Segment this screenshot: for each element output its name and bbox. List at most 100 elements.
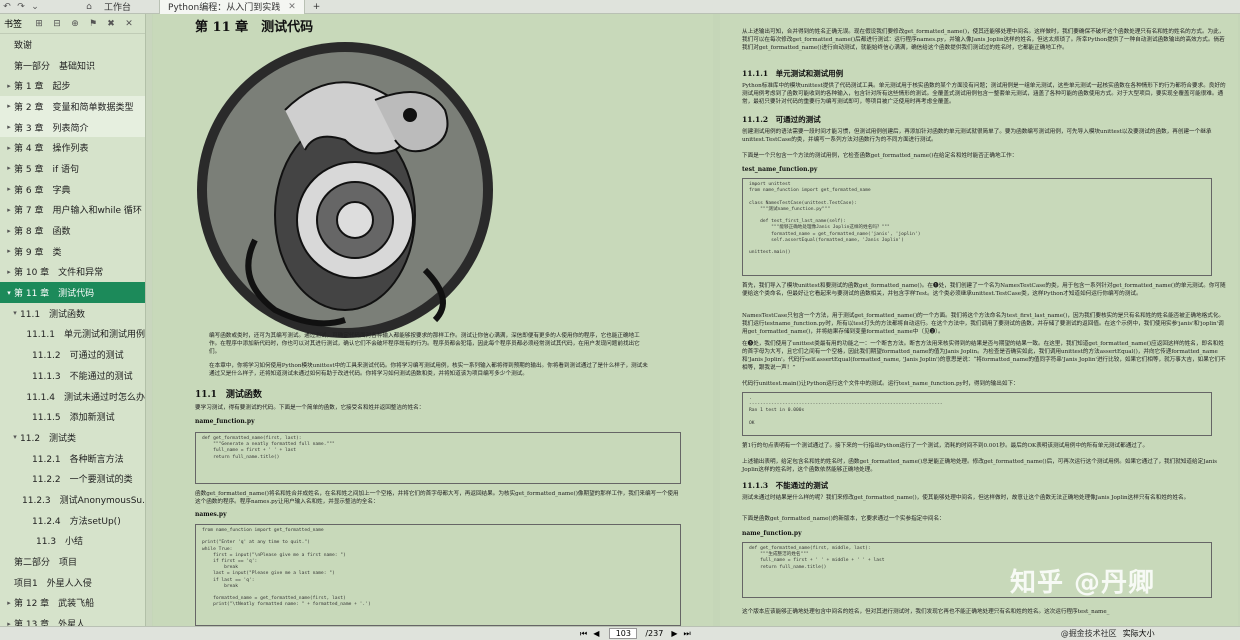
- paragraph-11-1-1: Python标准库中的模块unittest提供了代码测试工具。单元测试用于核实函…: [742, 83, 1226, 105]
- home-icon[interactable]: ⌂: [82, 1, 96, 13]
- sidebar-item[interactable]: ▸ 第 3 章 列表简介: [0, 116, 145, 138]
- sidebar-item[interactable]: 11.1.4 测试未通过时怎么办: [0, 386, 145, 407]
- paragraph-explain-2: NamesTestCase只包含一个方法，用于测试get_formatted_n…: [742, 313, 1225, 335]
- pdf-page-right: 从上述输出可知，合并得到的姓名正确无误。现在假设我们要修改get_formatt…: [720, 14, 1238, 626]
- next-page-icon[interactable]: ▶: [671, 629, 677, 638]
- tab-close-icon[interactable]: ✕: [288, 2, 296, 12]
- dropdown-icon[interactable]: ⌄: [28, 1, 42, 13]
- pdf-page-left: 第 11 章 测试代码 编写函数或类时，还可为其编写测试。通过测试，可确定代码面…: [153, 14, 713, 626]
- output-block-1: . --------------------------------------…: [742, 392, 1212, 436]
- bookmark-add-icon[interactable]: ⊕: [68, 19, 82, 29]
- close-sidebar-icon[interactable]: ✕: [122, 19, 136, 29]
- expand-arrow-icon[interactable]: ▾: [10, 433, 20, 441]
- chapter-intro-paragraph-2: 在本章中，你将学习如何使用Python模块unittest中的工具来测试代码。你…: [209, 363, 648, 377]
- chapter-illustration: [197, 42, 493, 338]
- expand-arrow-icon[interactable]: ▸: [4, 247, 14, 255]
- sidebar-item-label: 第 2 章 变量和简单数据类型: [14, 102, 134, 113]
- expand-arrow-icon[interactable]: ▸: [4, 206, 14, 214]
- sidebar-item[interactable]: 11.3 小结: [0, 531, 145, 552]
- redo-icon[interactable]: ↷: [14, 1, 28, 13]
- sidebar-item[interactable]: ▸ 第 1 章 起步: [0, 75, 145, 96]
- paragraph-11-1-3: 测试未通过时结果是什么样的呢？我们来修改get_formatted_name()…: [742, 495, 1190, 501]
- watermark-juejin: @掘金技术社区: [1060, 629, 1117, 638]
- sidebar-item[interactable]: ▸ 第 6 章 字典: [0, 179, 145, 200]
- expand-arrow-icon[interactable]: ▸: [4, 123, 14, 131]
- sidebar-item[interactable]: ▸ 第 8 章 函数: [0, 220, 145, 241]
- new-tab-button[interactable]: +: [305, 0, 329, 14]
- expand-arrow-icon[interactable]: ▸: [4, 185, 14, 193]
- paragraph-11-1-2a: 创建测试用例的语法需要一段时间才能习惯，但测试用例创建后，再添加针对函数的单元测…: [742, 129, 1212, 143]
- tab-workspace[interactable]: 工作台: [96, 0, 139, 14]
- expand-arrow-icon[interactable]: ▾: [4, 289, 14, 297]
- expand-arrow-icon[interactable]: ▸: [4, 227, 14, 235]
- bookmark-icon[interactable]: ⚑: [86, 19, 100, 29]
- sidebar-item-label: 致谢: [14, 40, 33, 51]
- sidebar-item[interactable]: ▸ 第 7 章 用户输入和while 循环: [0, 200, 145, 221]
- first-page-icon[interactable]: ⏮: [580, 629, 587, 639]
- expand-arrow-icon[interactable]: ▸: [4, 102, 14, 110]
- sidebar-item-label: 第 10 章 文件和异常: [14, 268, 104, 279]
- sidebar-item[interactable]: 11.1.5 添加新测试: [0, 406, 145, 427]
- code-block-2: from name_function import get_formatted_…: [195, 524, 681, 626]
- sidebar-item[interactable]: ▸ 第 9 章 类: [0, 241, 145, 262]
- sidebar-item[interactable]: 11.2.1 各种断言方法: [0, 448, 145, 469]
- file-label-3: test_name_function.py: [742, 166, 818, 173]
- sidebar-item[interactable]: ▸ 第 2 章 变量和简单数据类型: [0, 96, 145, 117]
- expand-all-icon[interactable]: ⊞: [32, 19, 46, 29]
- heading-11-1-1: 11.1.1 单元测试和测试用例: [742, 69, 844, 78]
- paragraph-explain-1: 首先，我们导入了模块unittest和要测试的函数get_formatted_n…: [742, 283, 1226, 297]
- sidebar-item[interactable]: 11.1.3 不能通过的测试: [0, 365, 145, 386]
- sidebar-item-label: 11.3 小结: [36, 537, 84, 548]
- collapse-all-icon[interactable]: ⊟: [50, 19, 64, 29]
- sidebar-item[interactable]: 11.1.2 可通过的测试: [0, 344, 145, 365]
- sidebar-item[interactable]: 项目1 外星人入侵: [0, 572, 145, 593]
- sidebar-item[interactable]: ▾ 第 11 章 测试代码: [0, 282, 145, 303]
- sidebar-item[interactable]: ▸ 第 12 章 武装飞船: [0, 593, 145, 614]
- expand-arrow-icon[interactable]: ▸: [4, 164, 14, 172]
- sidebar-item[interactable]: ▸ 第 10 章 文件和异常: [0, 262, 145, 283]
- prev-page-icon[interactable]: ◀: [593, 629, 599, 638]
- sidebar-item[interactable]: 11.2.3 测试AnonymousSu...: [0, 489, 145, 510]
- undo-icon[interactable]: ↶: [0, 1, 14, 13]
- sidebar-item-label: 11.1.3 不能通过的测试: [32, 371, 133, 382]
- zoom-fit-button[interactable]: 实际大小: [1123, 628, 1155, 639]
- sidebar-item[interactable]: ▾ 11.1 测试函数: [0, 303, 145, 324]
- sidebar-item[interactable]: 第二部分 项目: [0, 551, 145, 572]
- expand-arrow-icon[interactable]: ▸: [4, 82, 14, 90]
- sidebar-item-label: 11.2.2 一个要测试的类: [32, 475, 133, 486]
- status-bar: ⏮ ◀ 103 /237 ▶ ⏭ @掘金技术社区 实际大小: [0, 626, 1240, 640]
- sidebar-item-label: 第 13 章 外星人: [14, 620, 86, 626]
- expand-arrow-icon[interactable]: ▸: [4, 268, 14, 276]
- sidebar-scrollbar[interactable]: [146, 14, 152, 626]
- sidebar-item[interactable]: ▸ 第 5 章 if 语句: [0, 158, 145, 179]
- page-number-input[interactable]: 103: [609, 628, 638, 639]
- sidebar-item-label: 第 11 章 测试代码: [14, 289, 95, 300]
- sidebar-item[interactable]: ▸ 第 13 章 外星人: [0, 613, 145, 626]
- sidebar-item[interactable]: 11.2.4 方法setUp(): [0, 510, 145, 531]
- sidebar-item-label: 11.1.4 测试未通过时怎么办: [26, 392, 145, 403]
- sidebar-item-label: 第 12 章 武装飞船: [14, 599, 95, 610]
- sidebar-title: 书签: [4, 20, 23, 30]
- expand-arrow-icon[interactable]: ▸: [4, 599, 14, 607]
- sidebar-item-label: 项目1 外星人入侵: [14, 578, 92, 589]
- tab-document[interactable]: Python编程：从入门到实践 ✕: [159, 0, 305, 14]
- expand-arrow-icon[interactable]: ▸: [4, 144, 14, 152]
- sidebar-item[interactable]: 第一部分 基础知识: [0, 55, 145, 76]
- sidebar-item[interactable]: 致谢: [0, 34, 145, 55]
- sidebar-item-label: 11.1 测试函数: [20, 309, 86, 320]
- paragraph-run: 代码行unittest.main()让Python运行这个文件中的测试。运行te…: [742, 381, 1019, 387]
- sidebar-item[interactable]: ▾ 11.2 测试类: [0, 427, 145, 448]
- sidebar-item[interactable]: 11.1.1 单元测试和测试用例: [0, 324, 145, 345]
- sidebar-item[interactable]: ▸ 第 4 章 操作列表: [0, 137, 145, 158]
- delete-icon[interactable]: ✖: [104, 19, 118, 29]
- sidebar-item-label: 第 5 章 if 语句: [14, 164, 79, 175]
- sidebar-item[interactable]: 11.2.2 一个要测试的类: [0, 468, 145, 489]
- paragraph-explain-3: 在❸处，我们使用了unittest类最有用的功能之一：一个断言方法。断言方法用来…: [742, 341, 1226, 371]
- last-page-icon[interactable]: ⏭: [683, 629, 690, 639]
- chapter-intro-paragraph-1: 编写函数或类时，还可为其编写测试。通过测试，可确定代码面对各种输入都能够按要求的…: [209, 333, 640, 355]
- sidebar-item-label: 11.1.2 可通过的测试: [32, 351, 124, 362]
- paragraph-11-1-2b: 下面是一个只包含一个方法的测试用例，它检查函数get_formatted_nam…: [742, 153, 1018, 159]
- sidebar-item-label: 11.1.1 单元测试和测试用例: [26, 330, 145, 341]
- expand-arrow-icon[interactable]: ▾: [10, 309, 20, 317]
- sidebar-item-label: 11.2.4 方法setUp(): [32, 516, 121, 527]
